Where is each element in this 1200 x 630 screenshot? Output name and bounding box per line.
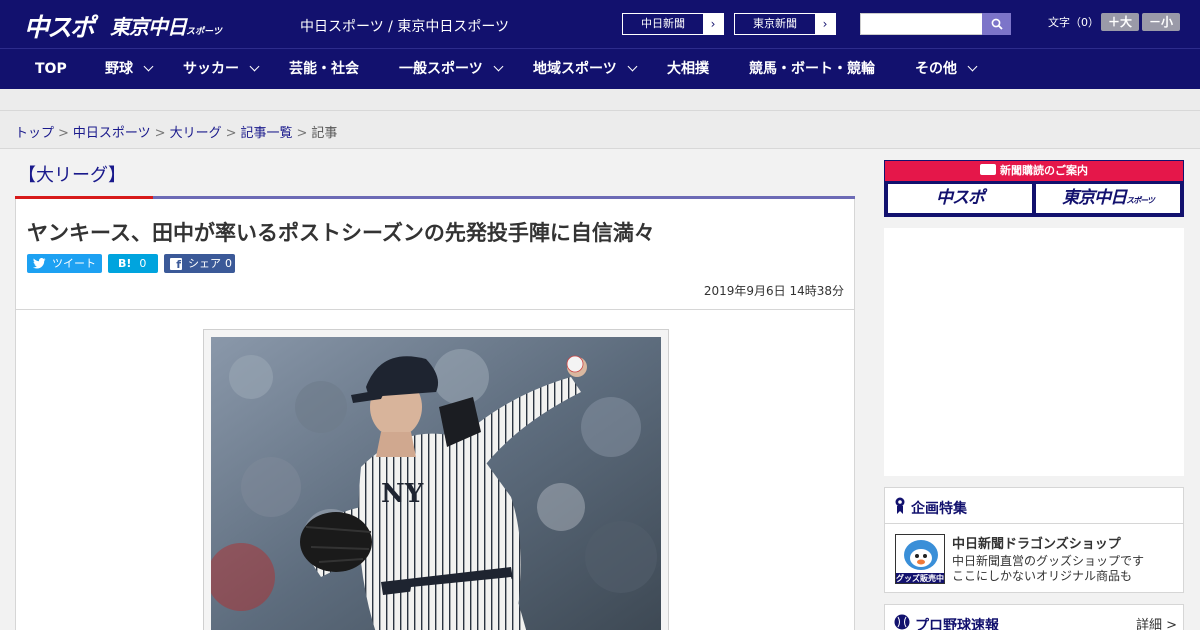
- font-smaller-button[interactable]: －小: [1142, 13, 1180, 31]
- search-button[interactable]: [982, 13, 1011, 35]
- subscribe-tokyo-chunichi-logo[interactable]: 東京中日スポーツ: [1036, 184, 1180, 213]
- article-divider: [16, 309, 854, 310]
- breadcrumb-link-mlb[interactable]: 大リーグ: [170, 126, 222, 141]
- dragons-shop-description: 中日新聞直営のグッズショップです ここにしかないオリジナル商品も: [952, 554, 1144, 584]
- subscription-title: 新聞購読のご案内: [1000, 164, 1088, 177]
- svg-text:NY: NY: [381, 479, 424, 509]
- breadcrumb-link-article-list[interactable]: 記事一覧: [241, 126, 293, 141]
- tokyo-chunichi-sports-logo[interactable]: 東京中日スポーツ: [110, 11, 222, 40]
- dragons-shop-item[interactable]: グッズ販売中 中日新聞ドラゴンズショップ 中日新聞直営のグッズショップです ここ…: [885, 524, 1183, 594]
- dragons-shop-title[interactable]: 中日新聞ドラゴンズショップ: [952, 533, 1121, 552]
- tokyo-logo-sub: スポーツ: [186, 27, 222, 37]
- breadcrumb-current: 記事: [311, 126, 338, 141]
- pitcher-photo: NY: [211, 337, 661, 630]
- subscription-banner[interactable]: 新聞購読のご案内 中スポ 東京中日スポーツ: [884, 160, 1184, 217]
- nav-top[interactable]: TOP: [35, 49, 67, 90]
- baseball-score-panel: プロ野球速報 詳細 >: [884, 604, 1184, 630]
- search-input[interactable]: [860, 13, 984, 35]
- facebook-share-label: シェア: [188, 257, 221, 270]
- article-photo[interactable]: NY: [211, 337, 661, 630]
- breadcrumb-separator: >: [58, 126, 69, 141]
- shop-desc-line: 中日新聞直営のグッズショップです: [952, 554, 1145, 568]
- baseball-score-header: プロ野球速報 詳細 >: [885, 605, 1183, 630]
- tweet-label: ツイート: [52, 257, 96, 270]
- nav-entertainment[interactable]: 芸能・社会: [289, 49, 359, 90]
- subscribe-tokyo-logo-main: 東京中日: [1062, 188, 1127, 208]
- shop-desc-line: ここにしかないオリジナル商品も: [952, 569, 1133, 583]
- facebook-icon: f: [170, 257, 182, 271]
- chevron-right-icon: ›: [703, 14, 723, 34]
- main-nav: TOP 野球 サッカー 芸能・社会 一般スポーツ 地域スポーツ 大相撲 競馬・ボ…: [0, 48, 1200, 89]
- tokyo-logo-main: 東京中日: [110, 15, 187, 39]
- chevron-down-icon: [143, 61, 154, 72]
- hatena-count: 0: [139, 257, 147, 270]
- nav-label: その他: [915, 61, 957, 77]
- nav-label: 競馬・ボート・競輪: [749, 61, 875, 77]
- search-icon: [991, 18, 1003, 30]
- article-category[interactable]: 【大リーグ】: [18, 161, 126, 187]
- feature-panel-title: 企画特集: [911, 501, 967, 517]
- breadcrumb-link-chunichi-sports[interactable]: 中日スポーツ: [73, 126, 151, 141]
- breadcrumb-bar: トップ > 中日スポーツ > 大リーグ > 記事一覧 > 記事: [0, 111, 1200, 149]
- nav-sumo[interactable]: 大相撲: [667, 49, 709, 90]
- goods-sale-badge: グッズ販売中: [896, 574, 944, 583]
- font-size-label: 文字（0）: [1048, 16, 1099, 29]
- nav-label: 野球: [105, 61, 133, 77]
- site-names: 中日スポーツ / 東京中日スポーツ: [300, 19, 510, 35]
- ribbon-icon: [895, 497, 905, 514]
- breadcrumb-separator: >: [225, 126, 237, 141]
- nav-label: 大相撲: [667, 61, 709, 77]
- sub-strip: [0, 89, 1200, 111]
- breadcrumb: トップ > 中日スポーツ > 大リーグ > 記事一覧 > 記事: [15, 122, 337, 141]
- article-headline: ヤンキース、田中が率いるポストシーズンの先発投手陣に自信満々: [27, 221, 655, 245]
- subscription-title-bar: 新聞購読のご案内: [885, 161, 1183, 181]
- nav-label: サッカー: [183, 61, 239, 77]
- nav-local-sports[interactable]: 地域スポーツ: [533, 49, 638, 90]
- nav-label: 一般スポーツ: [399, 61, 483, 77]
- hatena-icon: B!: [118, 257, 132, 270]
- chevron-right-icon: ›: [815, 14, 835, 34]
- nav-soccer[interactable]: サッカー: [183, 49, 260, 90]
- twitter-bird-icon: [33, 258, 46, 269]
- chevron-down-icon: [249, 61, 260, 72]
- tokyo-shimbun-button[interactable]: 東京新聞 ›: [734, 13, 836, 35]
- nav-general-sports[interactable]: 一般スポーツ: [399, 49, 504, 90]
- article-date: 2019年9月6日 14時38分: [703, 284, 844, 298]
- chunichi-shimbun-button[interactable]: 中日新聞 ›: [622, 13, 724, 35]
- breadcrumb-separator: >: [154, 126, 166, 141]
- feature-panel-header: 企画特集: [885, 488, 1183, 524]
- chevron-down-icon: [627, 61, 638, 72]
- dragons-shop-image: グッズ販売中: [895, 534, 945, 584]
- newspaper-icon: [980, 164, 996, 175]
- breadcrumb-separator: >: [296, 126, 308, 141]
- font-larger-button[interactable]: ＋大: [1101, 13, 1139, 31]
- subscribe-chunichi-sports-logo[interactable]: 中スポ: [888, 184, 1032, 213]
- tokyo-shimbun-label: 東京新聞: [753, 17, 797, 30]
- feature-panel: 企画特集 グッズ販売中 中日新聞ドラゴンズショップ 中日新聞直営のグッズショップ…: [884, 487, 1184, 593]
- nav-label: 地域スポーツ: [533, 61, 617, 77]
- chevron-down-icon: [493, 61, 504, 72]
- sidebar-ad-space: [884, 228, 1184, 476]
- breadcrumb-link-top[interactable]: トップ: [15, 126, 54, 141]
- subscribe-tokyo-logo-sub: スポーツ: [1126, 196, 1155, 205]
- nav-label: 芸能・社会: [289, 61, 359, 77]
- chunichi-sports-logo[interactable]: 中スポ: [24, 8, 95, 44]
- chevron-down-icon: [967, 61, 978, 72]
- nav-baseball[interactable]: 野球: [105, 49, 154, 90]
- facebook-share-button[interactable]: f シェア 0: [164, 254, 235, 273]
- site-header: 中スポ 東京中日スポーツ 中日スポーツ / 東京中日スポーツ 中日新聞 › 東京…: [0, 0, 1200, 48]
- nav-other[interactable]: その他: [915, 49, 978, 90]
- nav-racing[interactable]: 競馬・ボート・競輪: [749, 49, 875, 90]
- article-photo-frame: NY: [203, 329, 669, 630]
- chunichi-shimbun-label: 中日新聞: [641, 17, 685, 30]
- tweet-button[interactable]: ツイート: [27, 254, 102, 273]
- nav-label: TOP: [35, 61, 67, 77]
- baseball-detail-link[interactable]: 詳細 >: [1136, 614, 1177, 630]
- baseball-score-title: プロ野球速報: [915, 618, 999, 630]
- facebook-count: 0: [225, 257, 232, 270]
- article-card: ヤンキース、田中が率いるポストシーズンの先発投手陣に自信満々 ツイート B! 0…: [15, 199, 855, 630]
- hatena-bookmark-button[interactable]: B! 0: [108, 254, 158, 273]
- baseball-icon: [894, 614, 910, 630]
